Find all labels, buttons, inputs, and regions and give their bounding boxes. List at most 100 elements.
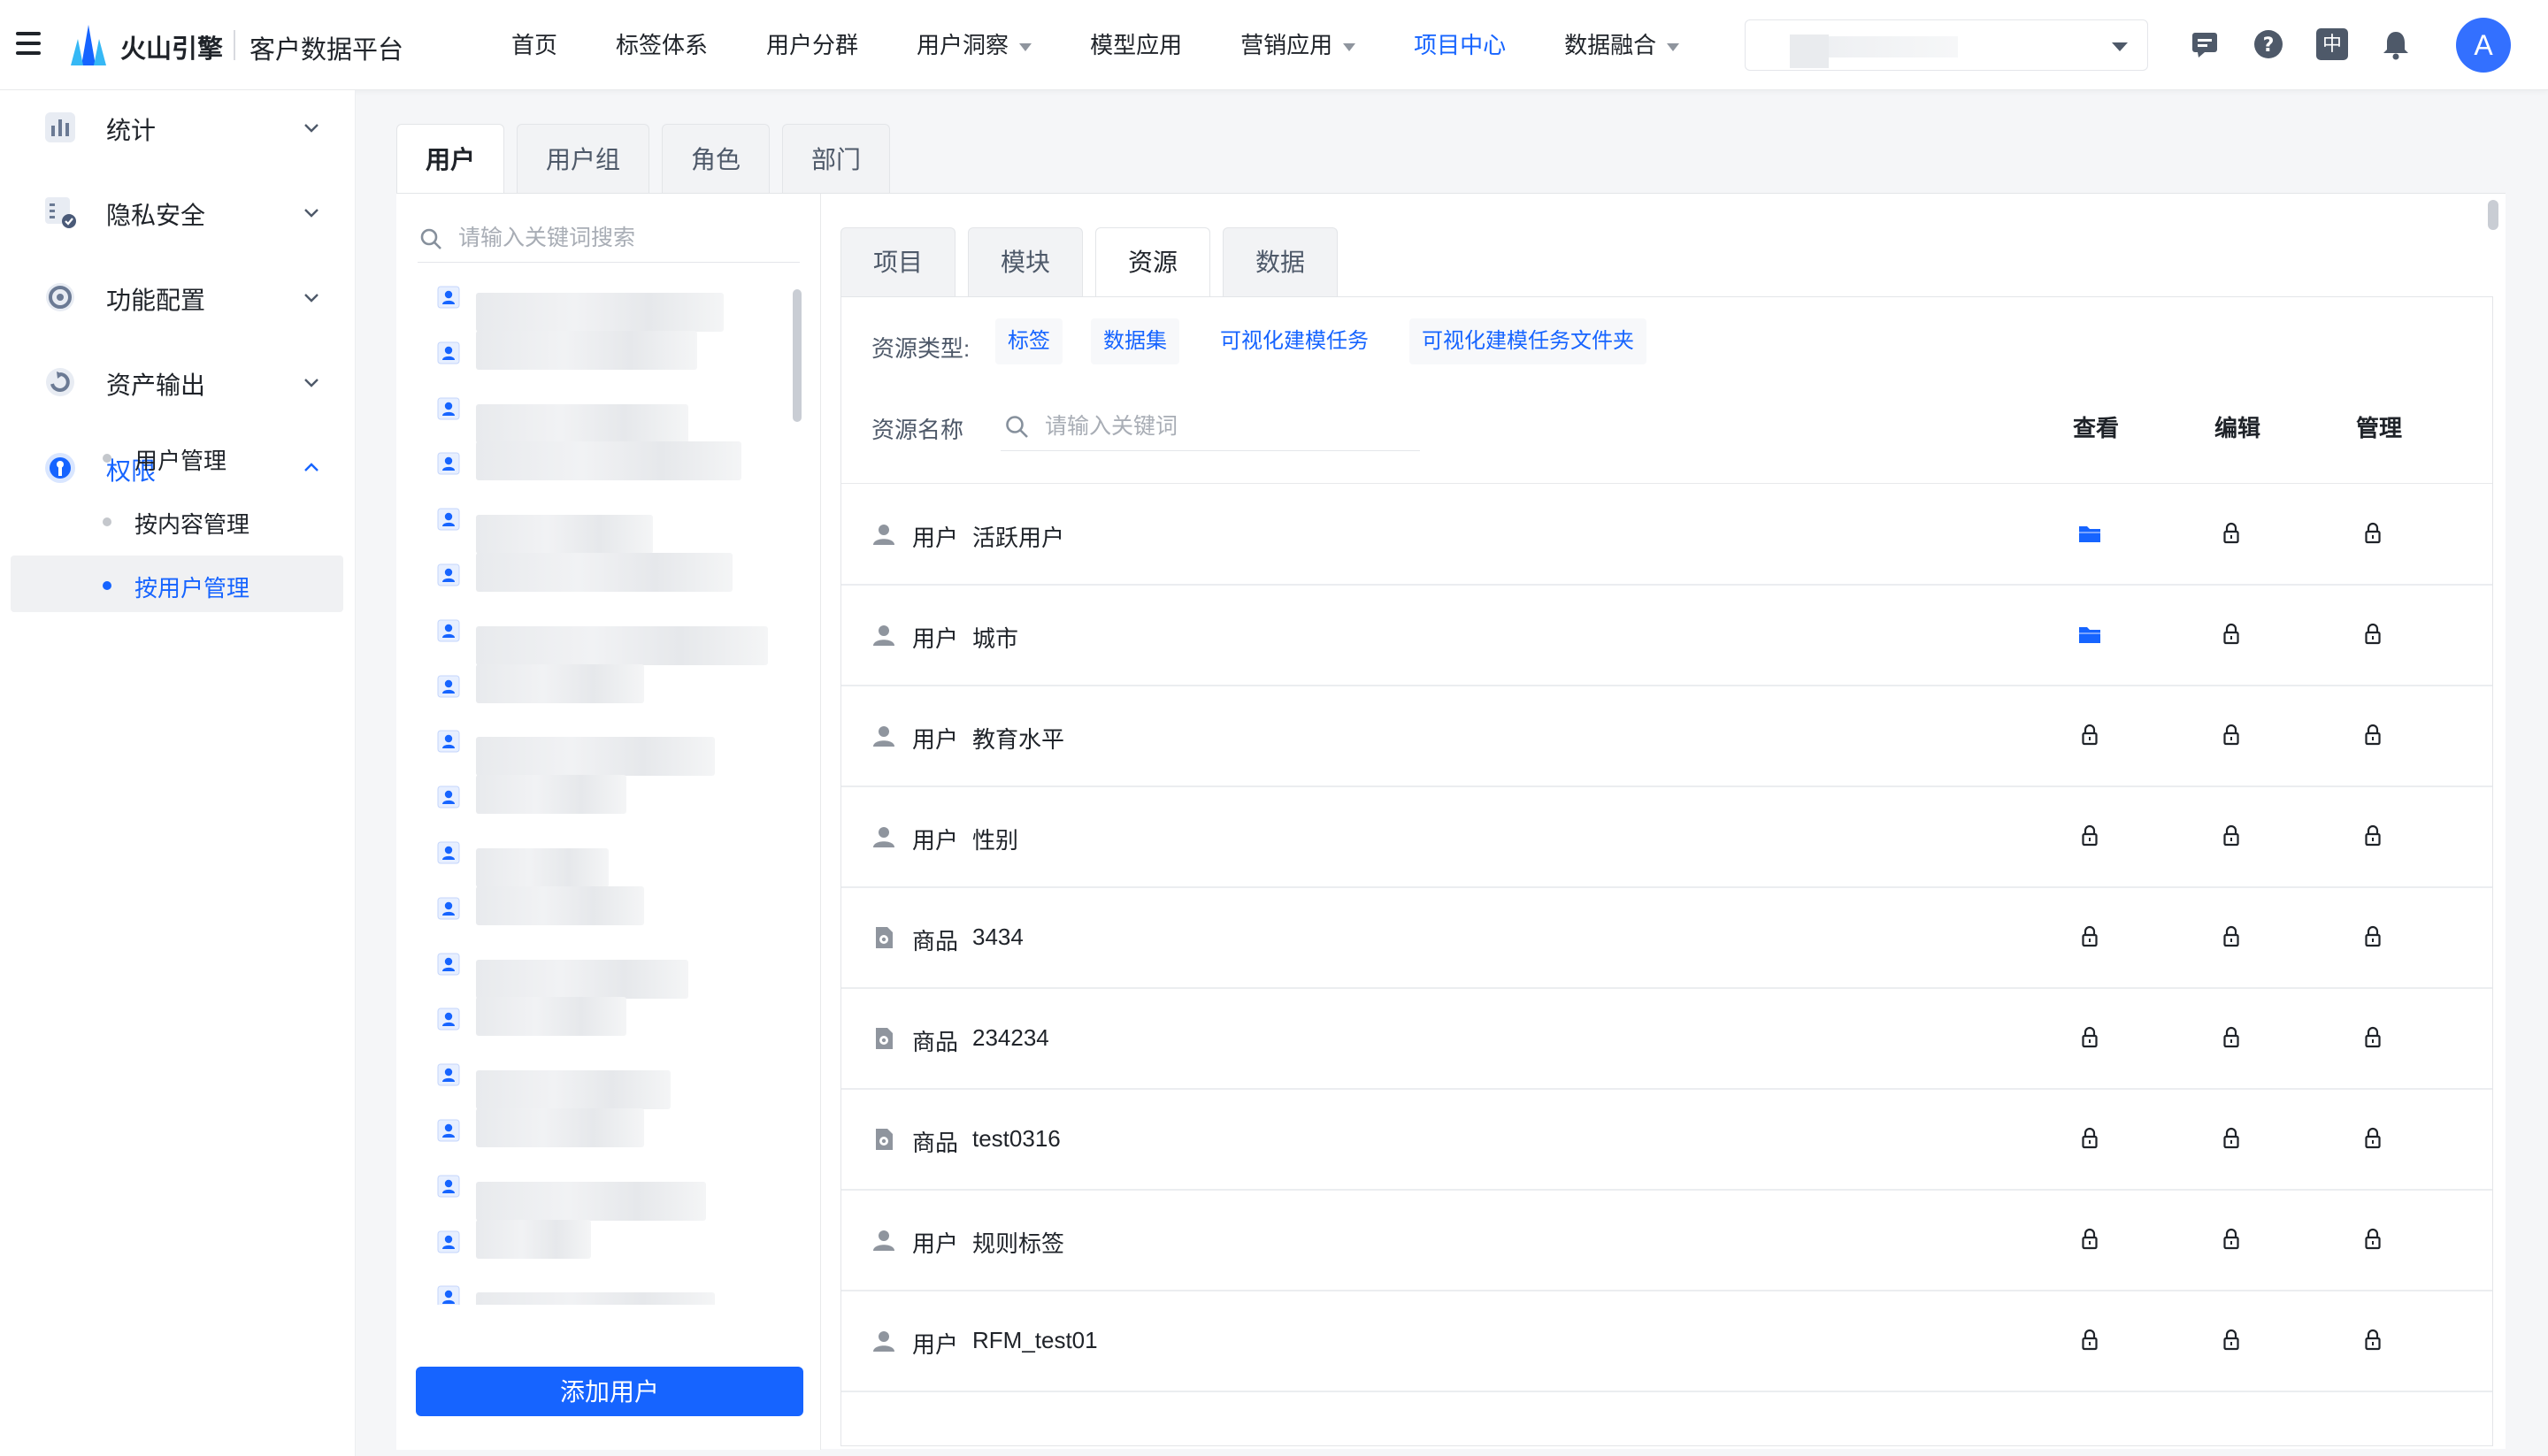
nav-item-4[interactable]: 模型应用 bbox=[1090, 0, 1182, 90]
user-badge-icon bbox=[435, 1006, 462, 1032]
tab-0[interactable]: 用户 bbox=[396, 124, 505, 196]
nav-item-2[interactable]: 用户分群 bbox=[766, 0, 858, 90]
sidebar-item-3[interactable]: 资产输出 bbox=[0, 349, 356, 414]
project-selector[interactable] bbox=[1745, 19, 2148, 71]
resource-type-chip-2[interactable]: 可视化建模任务 bbox=[1208, 318, 1381, 364]
tab-2[interactable]: 角色 bbox=[662, 124, 771, 195]
edit-permission-lock-icon[interactable] bbox=[2218, 1125, 2245, 1152]
edit-permission-lock-icon[interactable] bbox=[2218, 621, 2245, 648]
nav-item-3[interactable]: 用户洞察 bbox=[917, 0, 1032, 90]
user-list-item[interactable] bbox=[396, 553, 786, 613]
manage-permission-lock-icon[interactable] bbox=[2360, 1125, 2386, 1152]
main-nav: 首页 标签体系 用户分群 用户洞察 模型应用 营销应用 项目中心 数据融合 bbox=[511, 0, 1738, 90]
bell-icon[interactable] bbox=[2380, 28, 2412, 60]
sidebar-subitem-2[interactable]: 按用户管理 bbox=[11, 556, 343, 612]
view-permission-lock-icon[interactable] bbox=[2076, 1125, 2103, 1152]
sidebar-subitem-0[interactable]: 用户管理 bbox=[11, 428, 343, 485]
manage-permission-lock-icon[interactable] bbox=[2360, 923, 2386, 950]
sidebar-subitem-1[interactable]: 按内容管理 bbox=[11, 492, 343, 548]
language-icon[interactable]: 中 bbox=[2316, 28, 2348, 60]
view-permission-lock-icon[interactable] bbox=[2076, 823, 2103, 849]
edit-permission-lock-icon[interactable] bbox=[2218, 722, 2245, 748]
avatar[interactable]: A bbox=[2456, 18, 2511, 73]
user-list-item[interactable] bbox=[396, 663, 786, 724]
resource-type-chip-1[interactable]: 数据集 bbox=[1091, 318, 1179, 364]
edit-permission-lock-icon[interactable] bbox=[2218, 1327, 2245, 1353]
nav-item-0[interactable]: 首页 bbox=[511, 0, 557, 90]
edit-permission-lock-icon[interactable] bbox=[2218, 1226, 2245, 1253]
nav-item-label: 用户分群 bbox=[766, 32, 859, 58]
user-list-item[interactable] bbox=[396, 614, 786, 669]
user-list-item[interactable] bbox=[396, 836, 786, 891]
view-permission-lock-icon[interactable] bbox=[2076, 1226, 2103, 1253]
user-list-scrollbar[interactable] bbox=[793, 289, 802, 422]
subtab-2[interactable]: 资源 bbox=[1095, 227, 1211, 298]
user-list-item[interactable] bbox=[396, 502, 786, 557]
user-list-item[interactable] bbox=[396, 1058, 786, 1113]
resource-type: 用户 bbox=[912, 525, 959, 551]
subtab-3[interactable]: 数据 bbox=[1223, 227, 1339, 296]
user-list-item[interactable] bbox=[396, 1169, 786, 1224]
user-list-item[interactable] bbox=[396, 1108, 786, 1169]
add-user-button[interactable]: 添加用户 bbox=[416, 1367, 803, 1416]
menu-icon[interactable] bbox=[16, 32, 41, 55]
brand-name[interactable]: 火山引擎 bbox=[120, 28, 223, 65]
resource-type: 用户 bbox=[912, 1230, 959, 1257]
resource-type-chip-0[interactable]: 标签 bbox=[995, 318, 1063, 364]
view-permission-folder-icon[interactable] bbox=[2076, 621, 2103, 648]
user-search-input[interactable] bbox=[457, 220, 793, 256]
user-list-item[interactable] bbox=[396, 997, 786, 1057]
user-list-item[interactable] bbox=[396, 947, 786, 1002]
sidebar-item-0[interactable]: 统计 bbox=[0, 94, 356, 159]
view-permission-folder-icon[interactable] bbox=[2076, 520, 2103, 547]
manage-permission-lock-icon[interactable] bbox=[2360, 823, 2386, 849]
view-permission-lock-icon[interactable] bbox=[2076, 1024, 2103, 1051]
header-divider bbox=[841, 483, 2492, 484]
user-list-item[interactable] bbox=[396, 330, 786, 391]
manage-permission-lock-icon[interactable] bbox=[2360, 722, 2386, 748]
nav-item-5[interactable]: 营销应用 bbox=[1240, 0, 1356, 90]
manage-permission-lock-icon[interactable] bbox=[2360, 520, 2386, 547]
user-list-item[interactable] bbox=[396, 392, 786, 447]
resource-type: 用户 bbox=[912, 1331, 959, 1358]
tab-3[interactable]: 部门 bbox=[782, 124, 891, 195]
subtab-1[interactable]: 模块 bbox=[968, 227, 1084, 296]
nav-item-label: 模型应用 bbox=[1090, 32, 1183, 58]
view-permission-lock-icon[interactable] bbox=[2076, 923, 2103, 950]
manage-permission-lock-icon[interactable] bbox=[2360, 1226, 2386, 1253]
view-permission-lock-icon[interactable] bbox=[2076, 1327, 2103, 1353]
user-name-redacted bbox=[476, 737, 715, 777]
resource-row: 商品 3434 bbox=[841, 888, 2492, 989]
volcengine-logo-icon bbox=[71, 25, 106, 65]
user-list-item[interactable] bbox=[396, 280, 786, 335]
resource-type-chip-3[interactable]: 可视化建模任务文件夹 bbox=[1409, 318, 1646, 364]
resource-keyword-input[interactable] bbox=[1043, 409, 1406, 444]
tab-1[interactable]: 用户组 bbox=[517, 124, 650, 195]
sidebar-item-2[interactable]: 功能配置 bbox=[0, 264, 356, 329]
edit-permission-lock-icon[interactable] bbox=[2218, 1024, 2245, 1051]
help-icon[interactable]: ? bbox=[2253, 28, 2284, 60]
nav-item-6[interactable]: 项目中心 bbox=[1414, 0, 1506, 90]
edit-permission-lock-icon[interactable] bbox=[2218, 823, 2245, 849]
manage-permission-lock-icon[interactable] bbox=[2360, 621, 2386, 648]
user-name-redacted bbox=[476, 403, 688, 443]
manage-permission-lock-icon[interactable] bbox=[2360, 1024, 2386, 1051]
main-scrollbar[interactable] bbox=[2488, 200, 2498, 230]
nav-item-7[interactable]: 数据融合 bbox=[1564, 0, 1680, 90]
user-list-item[interactable] bbox=[396, 775, 786, 835]
view-permission-lock-icon[interactable] bbox=[2076, 722, 2103, 748]
nav-item-1[interactable]: 标签体系 bbox=[616, 0, 708, 90]
top-navigation-bar: 火山引擎 客户数据平台 首页 标签体系 用户分群 用户洞察 模型应用 营销应用 项目中心 数据… bbox=[0, 0, 2548, 90]
user-list-item[interactable] bbox=[396, 1280, 786, 1305]
message-icon[interactable] bbox=[2189, 28, 2221, 60]
user-list-item[interactable] bbox=[396, 724, 786, 779]
manage-permission-lock-icon[interactable] bbox=[2360, 1327, 2386, 1353]
user-list-item[interactable] bbox=[396, 885, 786, 946]
sidebar-item-1[interactable]: 隐私安全 bbox=[0, 179, 356, 244]
edit-permission-lock-icon[interactable] bbox=[2218, 520, 2245, 547]
edit-permission-lock-icon[interactable] bbox=[2218, 923, 2245, 950]
user-list-item[interactable] bbox=[396, 441, 786, 502]
user-list-item[interactable] bbox=[396, 1219, 786, 1280]
chevron-down-icon bbox=[301, 117, 322, 138]
subtab-0[interactable]: 项目 bbox=[840, 227, 956, 296]
